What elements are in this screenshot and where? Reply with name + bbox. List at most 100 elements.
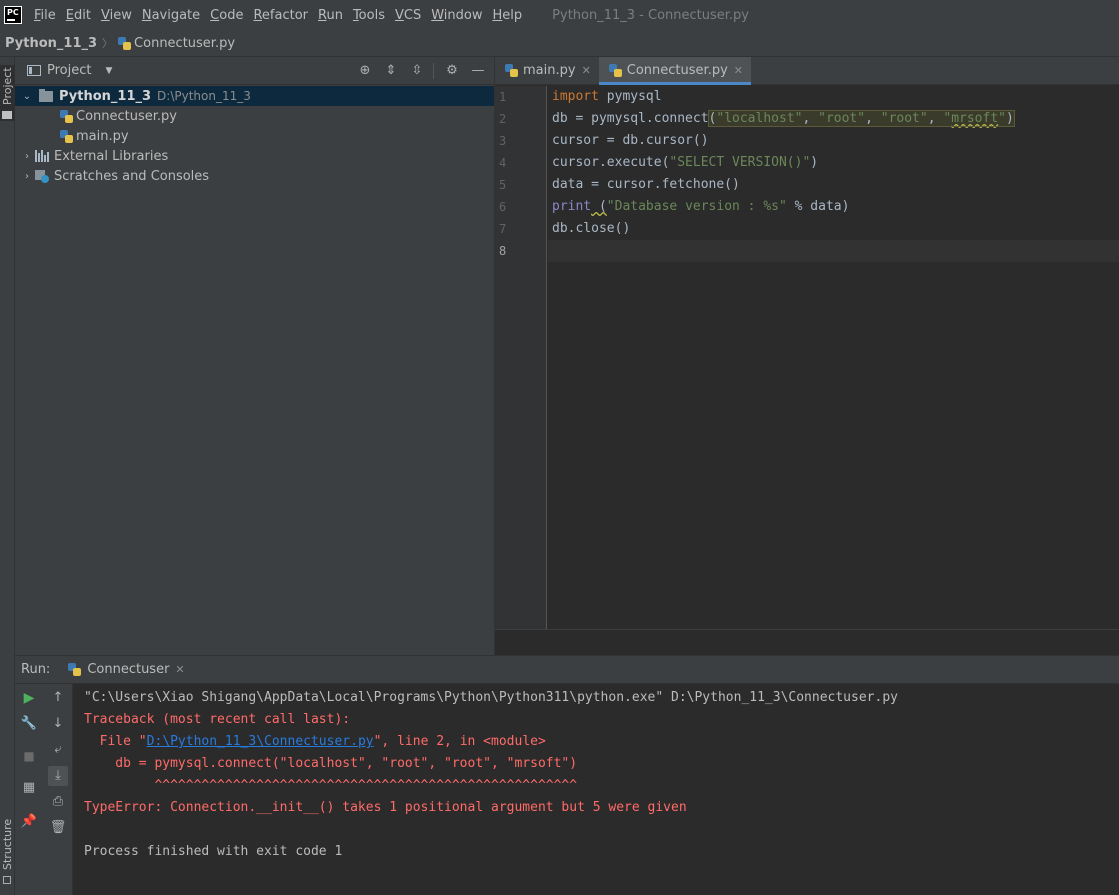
- close-icon[interactable]: ✕: [175, 663, 184, 676]
- menu-mnemonic: C: [210, 7, 220, 23]
- breadcrumb-project[interactable]: Python_11_3: [5, 36, 97, 51]
- hide-panel-icon[interactable]: —: [470, 63, 486, 79]
- run-panel-header: Run: Connectuser ✕: [15, 656, 1119, 684]
- folder-icon: [2, 111, 12, 119]
- project-tool-label[interactable]: Project: [1, 67, 14, 105]
- run-tab-connectuser[interactable]: Connectuser ✕: [68, 662, 185, 677]
- project-view-icon: [27, 65, 41, 76]
- string-literal: "SELECT VERSION()": [669, 155, 811, 170]
- code-line[interactable]: cursor.execute("SELECT VERSION()"): [548, 152, 1119, 174]
- file-name: main.py: [76, 128, 129, 144]
- tree-item-connectuser[interactable]: Connectuser.py: [15, 106, 494, 126]
- close-icon[interactable]: ✕: [734, 64, 743, 77]
- code-line[interactable]: db = pymysql.connect("localhost", "root"…: [548, 108, 1119, 130]
- python-file-icon: [60, 109, 73, 123]
- layout-icon[interactable]: ▦: [19, 778, 39, 798]
- left-tool-strip: [0, 57, 15, 895]
- project-panel-title[interactable]: Project: [47, 63, 91, 78]
- code-text: cursor = db.cursor(): [552, 133, 709, 148]
- tab-main-py[interactable]: main.py ✕: [495, 57, 599, 84]
- rerun-play-icon[interactable]: ▶: [19, 688, 39, 708]
- menu-vcs[interactable]: VCS: [395, 8, 421, 23]
- pin-icon[interactable]: 📌: [19, 812, 39, 832]
- stop-icon[interactable]: ■: [19, 746, 39, 766]
- python-file-icon: [505, 64, 518, 77]
- chevron-down-icon[interactable]: ⌄: [21, 91, 33, 102]
- root-folder-path: D:\Python_11_3: [157, 89, 251, 103]
- menu-label: dit: [74, 7, 91, 23]
- tree-item-main[interactable]: main.py: [15, 126, 494, 146]
- tab-label: main.py: [523, 63, 576, 78]
- string-literal: "localhost": [716, 111, 803, 126]
- line-number: 2: [499, 112, 507, 126]
- toolbar-divider: [433, 63, 434, 79]
- structure-icon: [3, 876, 11, 884]
- line-number-gutter: 1 2 3 4 5 6 7 8: [495, 86, 547, 629]
- tree-item-root[interactable]: ⌄ Python_11_3 D:\Python_11_3: [15, 86, 494, 106]
- menu-refactor[interactable]: Refactor: [253, 8, 308, 23]
- menu-label: CS: [403, 7, 422, 23]
- code-line[interactable]: db.close(): [548, 218, 1119, 240]
- menu-mnemonic: V: [394, 7, 404, 23]
- menu-file[interactable]: File: [34, 8, 56, 23]
- menu-mnemonic: E: [65, 7, 74, 23]
- code-line[interactable]: import pymysql: [548, 86, 1119, 108]
- typo-warning-text: mrsoft: [951, 111, 999, 126]
- code-text: % data): [786, 199, 850, 214]
- run-toolbar-left: ▶ 🔧 ■ ▦ 📌: [15, 684, 43, 895]
- menu-window[interactable]: Window: [431, 8, 482, 23]
- line-number: 4: [499, 156, 507, 170]
- string-literal: "root": [818, 111, 866, 126]
- chevron-right-icon[interactable]: ›: [21, 151, 33, 162]
- gear-icon[interactable]: ⚙: [444, 63, 460, 79]
- menu-run[interactable]: Run: [318, 8, 343, 23]
- code-line[interactable]: cursor = db.cursor(): [548, 130, 1119, 152]
- project-panel-header: Project ▼ ⊕ ⇕ ⇳ ⚙ —: [15, 57, 494, 85]
- console-code-line: db = pymysql.connect("localhost", "root"…: [84, 756, 578, 771]
- menu-code[interactable]: Code: [210, 8, 243, 23]
- line-number: 7: [499, 222, 507, 236]
- menu-mnemonic: W: [431, 7, 444, 23]
- collapse-all-icon[interactable]: ⇳: [409, 63, 425, 79]
- menu-edit[interactable]: Edit: [66, 8, 91, 23]
- project-tree: ⌄ Python_11_3 D:\Python_11_3 Connectuser…: [15, 85, 494, 186]
- expand-all-icon[interactable]: ⇕: [383, 63, 399, 79]
- menu-navigate[interactable]: Navigate: [142, 8, 200, 23]
- tree-item-scratches[interactable]: › Scratches and Consoles: [15, 166, 494, 186]
- trash-icon[interactable]: 🗑: [48, 818, 68, 838]
- arrow-down-icon[interactable]: ↓: [48, 714, 68, 734]
- console-file-line: File "D:\Python_11_3\Connectuser.py", li…: [84, 731, 1119, 753]
- menu-view[interactable]: View: [101, 8, 132, 23]
- code-line[interactable]: data = cursor.fetchone(): [548, 174, 1119, 196]
- print-icon[interactable]: ⎙: [48, 792, 68, 812]
- console-command-line: "C:\Users\Xiao Shigang\AppData\Local\Pro…: [84, 690, 898, 705]
- menu-help[interactable]: Help: [493, 8, 523, 23]
- tree-item-external-libraries[interactable]: › External Libraries: [15, 146, 494, 166]
- breadcrumb-file[interactable]: Connectuser.py: [134, 36, 235, 51]
- code-line-current[interactable]: [548, 240, 1119, 262]
- locate-file-icon[interactable]: ⊕: [357, 63, 373, 79]
- close-icon[interactable]: ✕: [582, 64, 591, 77]
- console-error-message: TypeError: Connection.__init__() takes 1…: [84, 800, 687, 815]
- builtin-function: print: [552, 199, 592, 214]
- menu-tools[interactable]: Tools: [353, 8, 385, 23]
- menu-label: elp: [502, 7, 523, 23]
- code-area[interactable]: import pymysql db = pymysql.connect("loc…: [548, 86, 1119, 629]
- console-file-link[interactable]: D:\Python_11_3\Connectuser.py: [147, 734, 374, 749]
- code-line[interactable]: print ("Database version : %s" % data): [548, 196, 1119, 218]
- code-text: ): [1006, 111, 1014, 126]
- soft-wrap-icon[interactable]: ⤶: [48, 740, 68, 760]
- wrench-icon[interactable]: 🔧: [19, 714, 39, 734]
- view-dropdown-chevron-icon[interactable]: ▼: [105, 66, 112, 76]
- scroll-to-end-icon[interactable]: ⤓: [48, 766, 68, 786]
- code-text: db.close(): [552, 221, 631, 236]
- arrow-up-icon[interactable]: ↑: [48, 688, 68, 708]
- structure-tool-label[interactable]: Structure: [1, 819, 14, 870]
- console-output[interactable]: "C:\Users\Xiao Shigang\AppData\Local\Pro…: [84, 684, 1119, 895]
- pycharm-logo-icon: PC: [4, 6, 22, 24]
- menu-label: ode: [219, 7, 244, 23]
- tab-connectuser-py[interactable]: Connectuser.py ✕: [598, 57, 752, 85]
- keyword: import: [552, 89, 599, 104]
- chevron-right-icon[interactable]: ›: [21, 171, 33, 182]
